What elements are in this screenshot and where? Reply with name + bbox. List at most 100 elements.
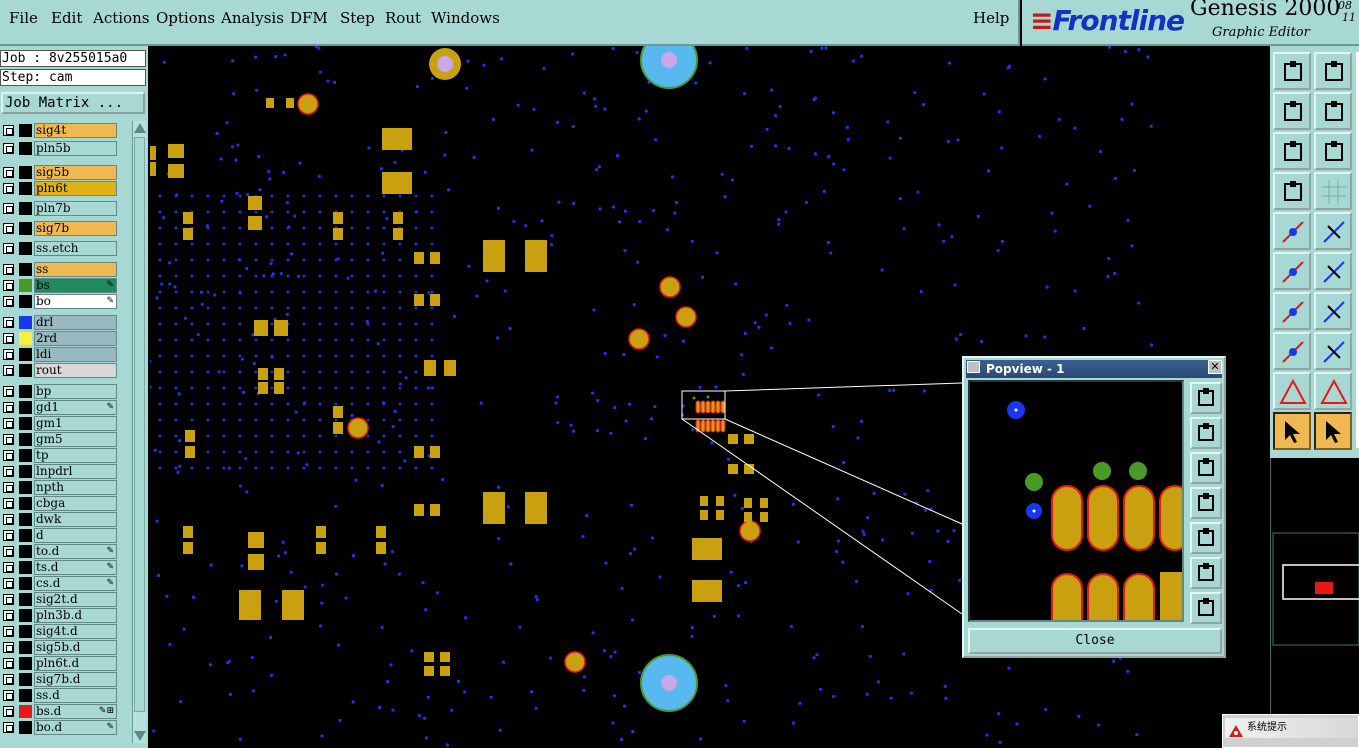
line-cut-icon[interactable] — [1314, 332, 1352, 370]
layer-color-swatch[interactable] — [19, 689, 32, 702]
layer-checkbox[interactable] — [3, 546, 14, 557]
menu-step[interactable]: Step — [340, 9, 375, 27]
layer-color-swatch[interactable] — [19, 182, 32, 195]
layer-color-swatch[interactable] — [19, 124, 32, 137]
layer-row-gm1[interactable]: gm1 — [0, 415, 120, 431]
line-draw-icon[interactable] — [1314, 212, 1352, 250]
layer-row-gm5[interactable]: gm5 — [0, 431, 120, 447]
layer-name[interactable]: gm1 — [34, 416, 117, 431]
layer-name[interactable]: 2rd — [34, 331, 117, 346]
layer-name[interactable]: bs ✎ — [34, 278, 117, 293]
layer-name[interactable]: sig2t.d — [34, 592, 117, 607]
layer-row-npth[interactable]: npth — [0, 479, 120, 495]
layer-name[interactable]: gd1 ✎ — [34, 400, 117, 415]
layer-row-tp[interactable]: tp — [0, 447, 120, 463]
layer-checkbox[interactable] — [3, 167, 14, 178]
layer-color-swatch[interactable] — [19, 673, 32, 686]
layer-color-swatch[interactable] — [19, 401, 32, 414]
layer-row-bs[interactable]: bs ✎ — [0, 277, 120, 293]
layer-checkbox[interactable] — [3, 466, 14, 477]
layer-name[interactable]: dwk — [34, 512, 117, 527]
layer-name[interactable]: bo ✎ — [34, 294, 117, 309]
popview-zoom-in-icon[interactable] — [1190, 417, 1222, 449]
layer-row-to-d[interactable]: to.d ✎ — [0, 543, 120, 559]
layer-checkbox[interactable] — [3, 514, 14, 525]
menu-dfm[interactable]: DFM — [290, 9, 328, 27]
menu-options[interactable]: Options — [156, 9, 215, 27]
layer-name[interactable]: pln7b — [34, 201, 117, 216]
layer-row-ldi[interactable]: ldi — [0, 346, 120, 362]
layer-checkbox[interactable] — [3, 658, 14, 669]
layer-color-swatch[interactable] — [19, 577, 32, 590]
layer-color-swatch[interactable] — [19, 433, 32, 446]
menu-help[interactable]: Help — [973, 9, 1009, 27]
layer-row-pln7b[interactable]: pln7b — [0, 200, 120, 216]
layer-row-sig2t-d[interactable]: sig2t.d — [0, 591, 120, 607]
select-box-icon[interactable] — [1314, 412, 1352, 450]
layer-checkbox[interactable] — [3, 594, 14, 605]
layer-checkbox[interactable] — [3, 530, 14, 541]
layer-name[interactable]: ldi — [34, 347, 117, 362]
layer-checkbox[interactable] — [3, 125, 14, 136]
popview-canvas[interactable] — [968, 380, 1184, 622]
layer-row-sig5b-d[interactable]: sig5b.d — [0, 639, 120, 655]
layer-row-drl[interactable]: drl — [0, 314, 120, 330]
layer-name[interactable]: d — [34, 528, 117, 543]
arc-icon[interactable] — [1273, 372, 1311, 410]
measure-icon[interactable] — [1273, 172, 1311, 210]
layer-color-swatch[interactable] — [19, 641, 32, 654]
layer-checkbox[interactable] — [3, 365, 14, 376]
popview-zoom-extent-icon[interactable] — [1190, 557, 1222, 589]
layer-checkbox[interactable] — [3, 333, 14, 344]
layer-row-cs-d[interactable]: cs.d ✎ — [0, 575, 120, 591]
layer-name[interactable]: ss — [34, 262, 117, 277]
layer-name[interactable]: pln5b — [34, 141, 117, 156]
layer-checkbox[interactable] — [3, 143, 14, 154]
layer-checkbox[interactable] — [3, 722, 14, 733]
layer-name[interactable]: pln6t.d — [34, 656, 117, 671]
layer-color-swatch[interactable] — [19, 385, 32, 398]
menu-edit[interactable]: Edit — [51, 9, 82, 27]
layer-checkbox[interactable] — [3, 434, 14, 445]
grid-icon[interactable] — [1314, 172, 1352, 210]
layer-color-swatch[interactable] — [19, 295, 32, 308]
layer-checkbox[interactable] — [3, 562, 14, 573]
layer-color-swatch[interactable] — [19, 529, 32, 542]
layer-color-swatch[interactable] — [19, 705, 32, 718]
popview-zoom-fit-icon[interactable] — [1190, 382, 1222, 414]
pan-left-icon[interactable] — [1273, 92, 1311, 130]
layer-row-pln3b-d[interactable]: pln3b.d — [0, 607, 120, 623]
layer-name[interactable]: bp — [34, 384, 117, 399]
layer-name[interactable]: sig4t — [34, 123, 117, 138]
layer-color-swatch[interactable] — [19, 609, 32, 622]
layer-color-swatch[interactable] — [19, 417, 32, 430]
layer-color-swatch[interactable] — [19, 222, 32, 235]
layer-row-sig5b[interactable]: sig5b — [0, 164, 120, 180]
popview-zoom-center-icon[interactable] — [1190, 592, 1222, 624]
layer-name[interactable]: rout — [34, 363, 117, 378]
layer-row-rout[interactable]: rout — [0, 362, 120, 378]
layer-color-swatch[interactable] — [19, 279, 32, 292]
layer-checkbox[interactable] — [3, 296, 14, 307]
layer-row-bo[interactable]: bo ✎ — [0, 293, 120, 309]
layer-color-swatch[interactable] — [19, 513, 32, 526]
layer-checkbox[interactable] — [3, 626, 14, 637]
pad-add-icon[interactable] — [1273, 332, 1311, 370]
menu-actions[interactable]: Actions — [93, 9, 149, 27]
popview-pan-right-icon[interactable] — [1190, 522, 1222, 554]
layer-name[interactable]: sig5b.d — [34, 640, 117, 655]
layer-color-swatch[interactable] — [19, 202, 32, 215]
zoom-page-icon[interactable] — [1314, 52, 1352, 90]
layer-row-bo-d[interactable]: bo.d ✎ — [0, 719, 120, 735]
layer-checkbox[interactable] — [3, 674, 14, 685]
popview-close-button[interactable]: Close — [968, 628, 1222, 654]
layer-checkbox[interactable] — [3, 690, 14, 701]
layer-row-sig4t-d[interactable]: sig4t.d — [0, 623, 120, 639]
layer-color-swatch[interactable] — [19, 465, 32, 478]
center-icon[interactable] — [1314, 132, 1352, 170]
layer-color-swatch[interactable] — [19, 142, 32, 155]
layer-color-swatch[interactable] — [19, 263, 32, 276]
line-slash2-icon[interactable] — [1314, 292, 1352, 330]
layer-row-bp[interactable]: bp — [0, 383, 120, 399]
popview-pan-left-icon[interactable] — [1190, 487, 1222, 519]
